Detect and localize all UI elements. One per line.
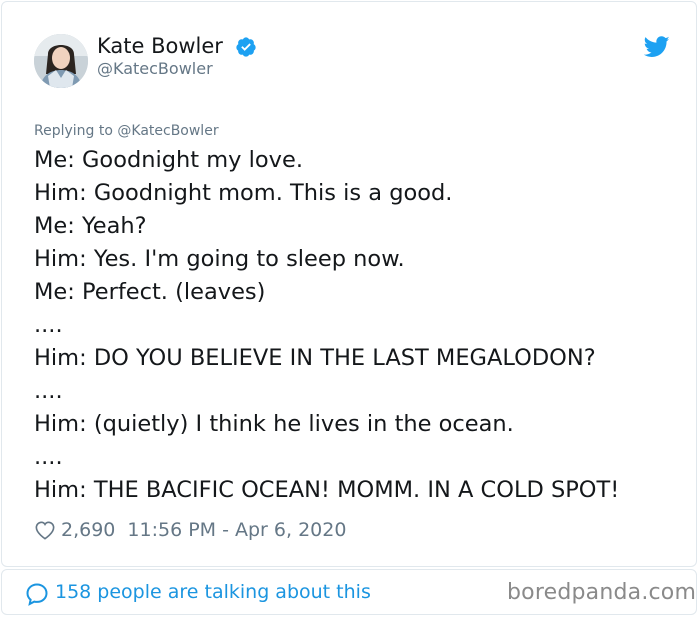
tweet-line: Him: THE BACIFIC OCEAN! MOMM. IN A COLD … bbox=[34, 477, 620, 503]
tweet-card: Kate Bowler @KatecBowler Replying to @Ka… bbox=[1, 1, 697, 567]
tweet-line: .... bbox=[34, 312, 63, 338]
timestamp[interactable]: 11:56 PM - Apr 6, 2020 bbox=[127, 519, 346, 541]
like-count[interactable]: 2,690 bbox=[61, 519, 115, 541]
tweet-line: Him: Goodnight mom. This is a good. bbox=[34, 180, 453, 206]
tweet-line: .... bbox=[34, 444, 63, 470]
tweet-line: Me: Yeah? bbox=[34, 213, 147, 239]
heart-icon[interactable] bbox=[34, 520, 56, 540]
tweet-line: Him: (quietly) I think he lives in the o… bbox=[34, 411, 514, 437]
tweet-meta: 2,690 11:56 PM - Apr 6, 2020 bbox=[34, 517, 346, 543]
author-handle[interactable]: @KatecBowler bbox=[97, 59, 213, 79]
twitter-bird-icon[interactable] bbox=[644, 36, 670, 58]
avatar[interactable] bbox=[34, 34, 88, 88]
display-name[interactable]: Kate Bowler bbox=[97, 33, 223, 59]
tweet-line: Him: Yes. I'm going to sleep now. bbox=[34, 246, 405, 272]
tweet-line: .... bbox=[34, 378, 63, 404]
tweet-text: Me: Goodnight my love. Him: Goodnight mo… bbox=[34, 144, 684, 507]
replying-to[interactable]: Replying to @KatecBowler bbox=[34, 122, 219, 140]
tweet-footer: 158 people are talking about this boredp… bbox=[1, 569, 697, 615]
watermark: boredpanda.com bbox=[507, 580, 697, 605]
tweet-line: Me: Goodnight my love. bbox=[34, 147, 303, 173]
tweet-line: Him: DO YOU BELIEVE IN THE LAST MEGALODO… bbox=[34, 345, 596, 371]
conversation-link[interactable]: 158 people are talking about this bbox=[55, 580, 371, 604]
verified-badge-icon bbox=[236, 37, 256, 57]
tweet-line: Me: Perfect. (leaves) bbox=[34, 279, 266, 305]
speech-bubble-icon[interactable] bbox=[25, 582, 49, 606]
avatar-image bbox=[34, 34, 88, 88]
